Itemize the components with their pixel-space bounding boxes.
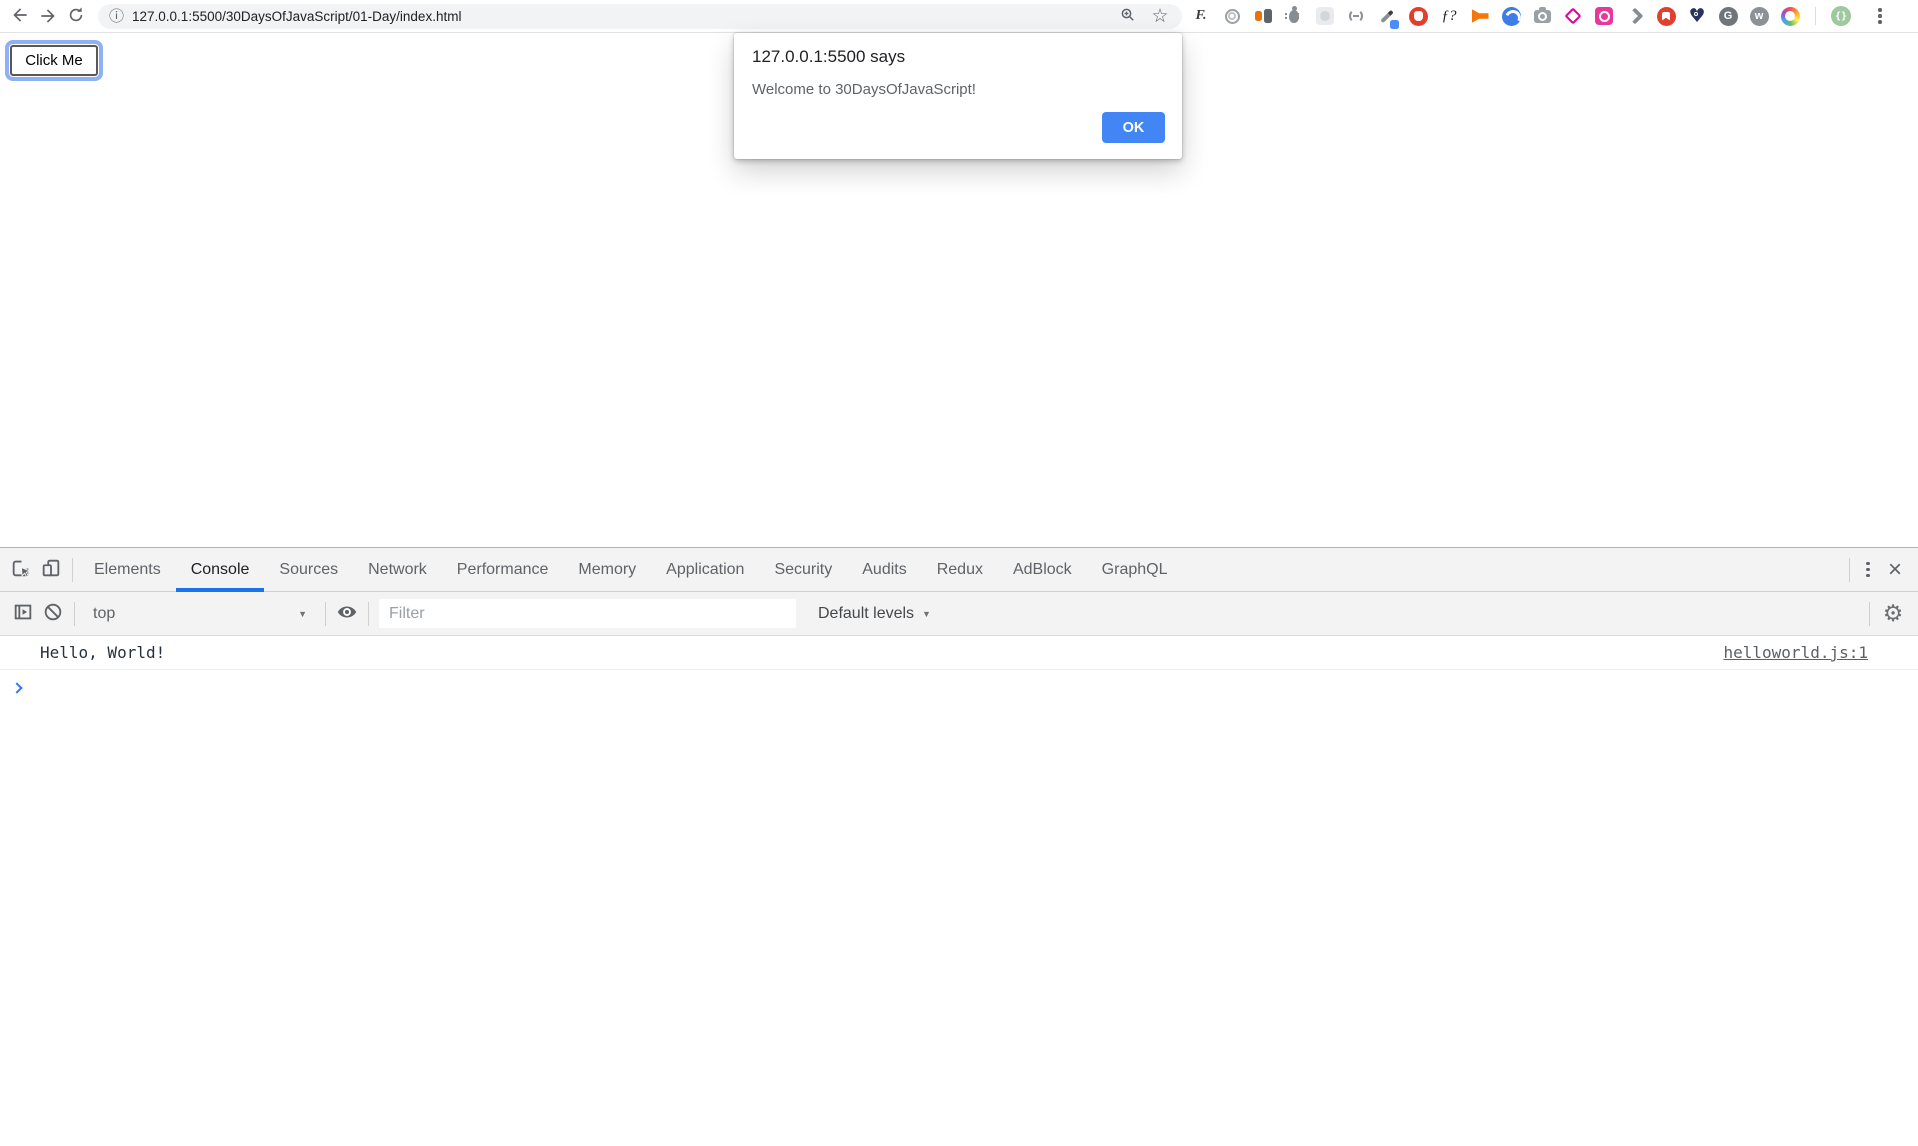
wave-extension-icon[interactable]: w	[1748, 5, 1770, 27]
console-log-text: Hello, World!	[40, 643, 165, 662]
context-label: top	[93, 605, 115, 623]
prompt-chevron-icon	[11, 682, 22, 693]
tab-redux[interactable]: Redux	[922, 548, 998, 592]
sidebar-play-icon	[12, 601, 34, 626]
color-picker-extension-icon[interactable]	[1376, 5, 1398, 27]
forward-button[interactable]	[34, 2, 62, 30]
zoom-button[interactable]	[1116, 4, 1140, 28]
color-ring-extension-icon[interactable]	[1779, 5, 1801, 27]
lens-extension-icon[interactable]	[1221, 5, 1243, 27]
extensions-separator	[1815, 7, 1816, 25]
console-toolbar: top ▼ Default levels ▼ ⚙	[0, 592, 1918, 636]
execution-context-selector[interactable]: top ▼	[81, 598, 319, 630]
tab-elements[interactable]: Elements	[79, 548, 176, 592]
tab-adblock[interactable]: AdBlock	[998, 548, 1087, 592]
tab-security[interactable]: Security	[759, 548, 847, 592]
clear-console-button[interactable]	[38, 599, 68, 629]
devtools-close-button[interactable]: ×	[1880, 555, 1910, 585]
console-prompt[interactable]	[0, 670, 1918, 706]
kebab-dot	[1878, 14, 1882, 18]
pink-node-extension-icon[interactable]	[1562, 5, 1584, 27]
site-info-icon[interactable]: ⓘ	[109, 9, 124, 24]
blue-swirl-extension-icon[interactable]	[1500, 5, 1522, 27]
heart-search-extension-icon[interactable]: ♥	[1686, 5, 1708, 27]
tabbar-right-separator	[1849, 558, 1850, 582]
clear-console-icon	[42, 601, 64, 626]
log-level-label: Default levels	[818, 605, 914, 623]
tab-sources[interactable]: Sources	[264, 548, 353, 592]
letter-g-extension-icon[interactable]: G	[1717, 5, 1739, 27]
devtools-tabbar: Elements Console Sources Network Perform…	[0, 548, 1918, 592]
gear-icon: ⚙	[1883, 600, 1904, 626]
inspect-element-button[interactable]	[6, 555, 36, 585]
bookmark-button[interactable]: ☆	[1148, 4, 1172, 28]
tab-audits[interactable]: Audits	[847, 548, 921, 592]
url-bar[interactable]: ⓘ 127.0.0.1:5500/30DaysOfJavaScript/01-D…	[98, 4, 1182, 29]
font-tool-extension-icon[interactable]: F.	[1190, 5, 1212, 27]
alert-ok-button[interactable]: OK	[1102, 112, 1165, 143]
corner-arrows-extension-icon[interactable]	[1624, 5, 1646, 27]
toolbar-separator	[74, 602, 75, 626]
console-filter-input[interactable]	[379, 599, 796, 628]
function-help-extension-icon[interactable]: ƒ?	[1438, 5, 1460, 27]
alert-dialog: 127.0.0.1:5500 says Welcome to 30DaysOfJ…	[734, 33, 1182, 159]
close-icon: ×	[1888, 556, 1902, 583]
magnifier-plus-icon	[1119, 6, 1137, 27]
bug-extension-icon[interactable]	[1283, 5, 1305, 27]
chevron-down-icon: ▼	[298, 609, 307, 619]
browser-menu-button[interactable]	[1868, 4, 1892, 28]
tab-memory[interactable]: Memory	[563, 548, 651, 592]
click-me-button[interactable]: Click Me	[10, 45, 98, 76]
pink-gear-extension-icon[interactable]	[1593, 5, 1615, 27]
chevron-down-icon: ▼	[922, 609, 931, 619]
back-button[interactable]	[6, 2, 34, 30]
url-text: 127.0.0.1:5500/30DaysOfJavaScript/01-Day…	[132, 9, 1108, 24]
reload-icon	[66, 5, 86, 28]
browser-chrome: ⓘ 127.0.0.1:5500/30DaysOfJavaScript/01-D…	[0, 0, 1918, 33]
devtools-panel: Elements Console Sources Network Perform…	[0, 547, 1918, 1146]
tab-performance[interactable]: Performance	[442, 548, 564, 592]
console-sidebar-toggle-button[interactable]	[8, 599, 38, 629]
back-arrow-icon	[10, 5, 30, 28]
console-source-link[interactable]: helloworld.js:1	[1724, 643, 1869, 662]
dash-circle-extension-icon[interactable]	[1345, 5, 1367, 27]
forward-arrow-icon	[38, 6, 58, 26]
devtools-menu-button[interactable]	[1856, 558, 1880, 582]
device-toolbar-icon	[40, 557, 62, 582]
device-toolbar-button[interactable]	[36, 555, 66, 585]
live-expression-button[interactable]	[332, 599, 362, 629]
star-icon: ☆	[1151, 7, 1168, 26]
megaphone-extension-icon[interactable]	[1469, 5, 1491, 27]
json-viewer-extension-icon[interactable]: {}	[1830, 5, 1852, 27]
tab-network[interactable]: Network	[353, 548, 442, 592]
disabled-extension-icon[interactable]	[1314, 5, 1336, 27]
toolbar-separator	[325, 602, 326, 626]
extensions-row: F. ƒ? ♥ G w {}	[1190, 5, 1852, 27]
alert-message: Welcome to 30DaysOfJavaScript!	[752, 81, 1164, 98]
kebab-dot	[1866, 574, 1870, 578]
tab-application[interactable]: Application	[651, 548, 759, 592]
inspect-cursor-icon	[10, 557, 32, 582]
kebab-dot	[1866, 562, 1870, 566]
kebab-dot	[1878, 8, 1882, 12]
stop-hand-extension-icon[interactable]	[1407, 5, 1429, 27]
tab-console[interactable]: Console	[176, 548, 265, 592]
console-settings-button[interactable]: ⚙	[1876, 597, 1910, 631]
reload-button[interactable]	[62, 2, 90, 30]
tab-graphql[interactable]: GraphQL	[1087, 548, 1183, 592]
toolbar-separator	[368, 602, 369, 626]
console-log-row: Hello, World! helloworld.js:1	[0, 636, 1918, 670]
eye-icon	[336, 601, 358, 626]
kebab-dot	[1878, 20, 1882, 24]
split-panels-extension-icon[interactable]	[1252, 5, 1274, 27]
kebab-dot	[1866, 568, 1870, 572]
toolbar-right-separator	[1869, 602, 1870, 626]
log-level-selector[interactable]: Default levels ▼	[812, 598, 937, 630]
alert-title: 127.0.0.1:5500 says	[752, 47, 1164, 67]
tabbar-separator	[72, 558, 73, 582]
camera-extension-icon[interactable]	[1531, 5, 1553, 27]
red-bookmark-extension-icon[interactable]	[1655, 5, 1677, 27]
